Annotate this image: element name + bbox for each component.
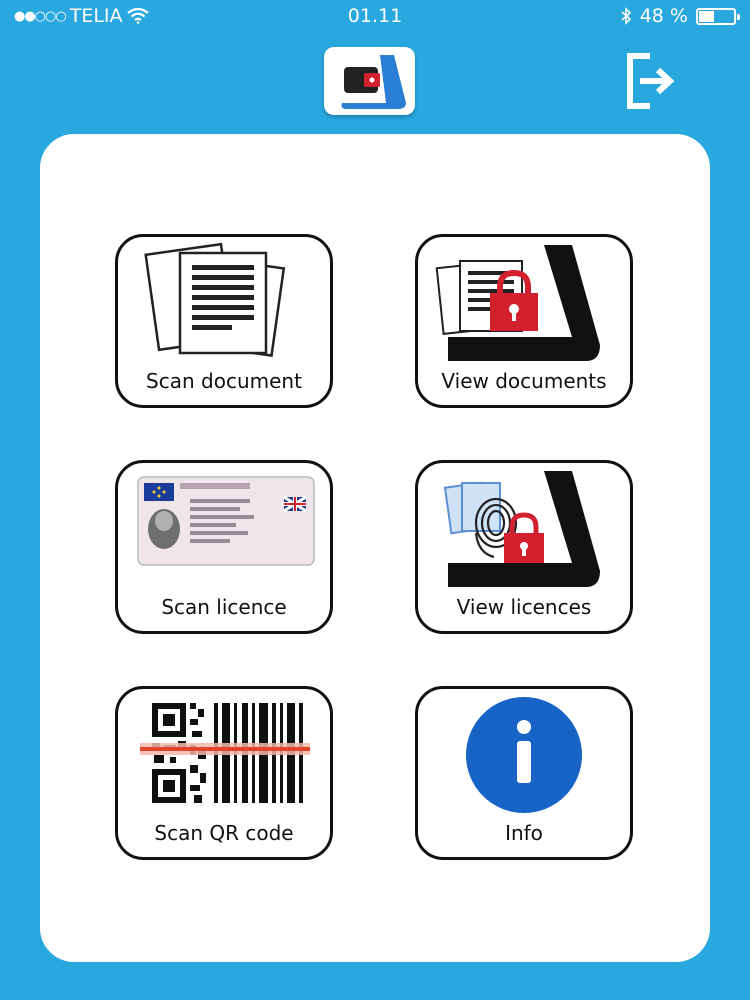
tile-label: View documents — [441, 369, 607, 393]
bluetooth-icon — [621, 7, 631, 25]
status-right: 48 % — [620, 5, 740, 27]
scan-qr-code-button[interactable]: Scan QR code — [115, 686, 333, 860]
scan-document-button[interactable]: Scan document — [115, 234, 333, 408]
logout-icon — [627, 53, 675, 109]
view-licences-button[interactable]: View licences — [415, 460, 633, 634]
battery-icon — [696, 7, 740, 25]
tile-label: Info — [505, 821, 543, 845]
fingerprint-lock-icon — [443, 471, 600, 587]
logout-button[interactable] — [620, 50, 680, 112]
menu-card: Scan document View documents Scan licenc… — [40, 134, 710, 962]
documents-icon — [144, 242, 286, 357]
view-documents-button[interactable]: View documents — [415, 234, 633, 408]
status-bar: ●●○○○ TELIA 01.11 48 % — [0, 0, 750, 32]
scan-licence-button[interactable]: Scan licence — [115, 460, 333, 634]
tile-label: Scan document — [146, 369, 302, 393]
battery-percent: 48 % — [639, 5, 688, 27]
driving-licence-icon — [137, 476, 315, 566]
tile-label: View licences — [456, 595, 592, 619]
wallet-app-icon — [324, 47, 415, 115]
battery-level — [699, 10, 714, 22]
tile-label: Scan licence — [161, 595, 287, 619]
tile-label: Scan QR code — [154, 821, 294, 845]
info-button[interactable]: Info — [415, 686, 633, 860]
qr-barcode-icon — [140, 703, 310, 803]
info-icon — [466, 697, 582, 813]
locked-documents-icon — [435, 245, 600, 361]
